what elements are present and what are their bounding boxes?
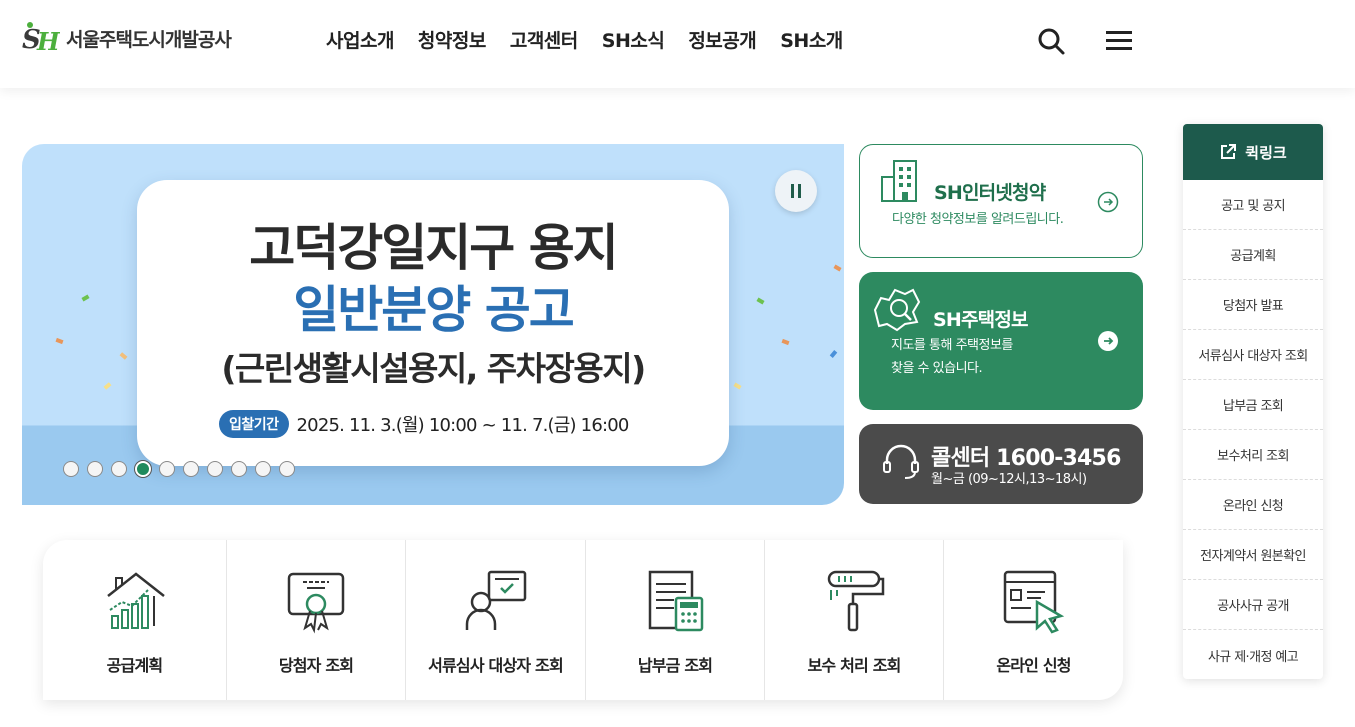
map-search-icon: [873, 288, 921, 332]
pause-button[interactable]: [775, 170, 817, 212]
nav-news[interactable]: SH소식: [602, 26, 665, 53]
quicklink-item[interactable]: 공사사규 공개: [1183, 580, 1323, 630]
nav-disclosure[interactable]: 정보공개: [688, 26, 756, 53]
headset-icon: [883, 444, 919, 479]
nav-customer-center[interactable]: 고객센터: [510, 26, 578, 53]
housing-info-subtitle-2: 찾을 수 있습니다.: [891, 361, 983, 376]
service-online-apply[interactable]: 온라인 신청: [944, 540, 1123, 700]
quicklink-item[interactable]: 공고 및 공지: [1183, 180, 1323, 230]
slide-dot-6[interactable]: [183, 461, 199, 477]
service-label: 공급계획: [106, 656, 163, 675]
service-shortcuts: 공급계획 당첨자 조회 서류심사 대상자 조회 납부금 조회 보수 처리 조회 …: [43, 540, 1123, 700]
pause-icon-bar: [798, 184, 801, 198]
quicklink-item[interactable]: 전자계약서 원본확인: [1183, 530, 1323, 580]
slide-dot-5[interactable]: [159, 461, 175, 477]
service-label: 온라인 신청: [996, 656, 1071, 675]
call-center-card[interactable]: 콜센터 1600-3456 월~금 (09~12시,13~18시): [859, 424, 1143, 504]
svg-text:H: H: [36, 27, 60, 56]
external-link-icon: [1221, 144, 1237, 159]
site-header: S H 서울주택도시개발공사 사업소개 청약정보 고객센터 SH소식 정보공개 …: [0, 0, 1355, 88]
slide-dot-8[interactable]: [231, 461, 247, 477]
quicklink-item[interactable]: 당첨자 발표: [1183, 280, 1323, 330]
service-repair-check[interactable]: 보수 처리 조회: [765, 540, 944, 700]
nav-business[interactable]: 사업소개: [326, 26, 394, 53]
service-label: 당첨자 조회: [278, 656, 354, 675]
logo-text: 서울주택도시개발공사: [66, 28, 232, 51]
service-label: 보수 처리 조회: [807, 656, 901, 675]
search-icon[interactable]: [1036, 26, 1066, 56]
internet-subscription-card[interactable]: SH인터넷청약 다양한 청약정보를 알려드립니다.: [859, 144, 1143, 258]
slide-dot-10[interactable]: [279, 461, 295, 477]
slide-dot-2[interactable]: [87, 461, 103, 477]
housing-info-subtitle-1: 지도를 통해 주택정보를: [891, 338, 1013, 353]
confetti: [829, 350, 838, 358]
hamburger-menu-icon[interactable]: [1104, 27, 1134, 55]
slide-dot-7[interactable]: [207, 461, 223, 477]
confetti: [81, 294, 90, 302]
service-document-review[interactable]: 서류심사 대상자 조회: [406, 540, 586, 700]
quicklink-panel: 퀵링크 공고 및 공지 공급계획 당첨자 발표 서류심사 대상자 조회 납부금 …: [1183, 124, 1323, 679]
period-text: 2025. 11. 3.(월) 10:00 ~ 11. 7.(금) 16:00: [296, 415, 630, 436]
slide-indicator: [63, 461, 295, 477]
confetti: [756, 297, 765, 305]
service-supply-plan[interactable]: 공급계획: [43, 540, 227, 700]
service-label: 서류심사 대상자 조회: [428, 656, 564, 675]
hero-title-line2: 일반분양 공고: [293, 281, 574, 339]
hero-title-line3: (근린생활시설용지, 주차장용지): [221, 349, 646, 388]
sh-logo-icon: S H: [22, 22, 60, 56]
slide-dot-3[interactable]: [111, 461, 127, 477]
confetti: [103, 382, 112, 390]
online-form-cursor-icon: [1003, 570, 1064, 634]
call-center-title: 콜센터 1600-3456: [931, 446, 1121, 471]
housing-info-title: SH주택정보: [933, 309, 1029, 331]
confetti: [781, 338, 790, 346]
slide-dot-4[interactable]: [135, 461, 151, 477]
slide-dot-1[interactable]: [63, 461, 79, 477]
quicklink-item[interactable]: 사규 제·개정 예고: [1183, 630, 1323, 679]
internet-subscription-title: SH인터넷청약: [934, 182, 1046, 204]
certificate-icon: [287, 572, 345, 634]
service-label: 납부금 조회: [637, 656, 713, 675]
quicklink-item[interactable]: 서류심사 대상자 조회: [1183, 330, 1323, 380]
bid-period: 입찰기간 2025. 11. 3.(월) 10:00 ~ 11. 7.(금) 1…: [219, 410, 629, 438]
service-payment-check[interactable]: 납부금 조회: [586, 540, 765, 700]
arrow-right-circle-icon: [1098, 331, 1118, 351]
main-nav: 사업소개 청약정보 고객센터 SH소식 정보공개 SH소개: [326, 26, 867, 53]
person-document-icon: [465, 570, 526, 630]
hero-card: 고덕강일지구 용지 일반분양 공고 (근린생활시설용지, 주차장용지) 입찰기간…: [137, 180, 729, 466]
building-icon: [881, 160, 917, 202]
calculator-document-icon: [648, 570, 704, 632]
hero-banner[interactable]: 고덕강일지구 용지 일반분양 공고 (근린생활시설용지, 주차장용지) 입찰기간…: [22, 144, 844, 505]
arrow-right-circle-icon: [1097, 191, 1119, 213]
quicklink-item[interactable]: 보수처리 조회: [1183, 430, 1323, 480]
service-winner-check[interactable]: 당첨자 조회: [227, 540, 406, 700]
confetti: [833, 264, 842, 272]
confetti: [55, 337, 64, 345]
quicklink-item[interactable]: 온라인 신청: [1183, 480, 1323, 530]
paint-roller-icon: [827, 570, 885, 632]
nav-about[interactable]: SH소개: [780, 26, 843, 53]
slide-dot-9[interactable]: [255, 461, 271, 477]
quicklink-header: 퀵링크: [1183, 124, 1323, 180]
quicklink-title: 퀵링크: [1245, 143, 1287, 162]
pause-icon: [791, 184, 794, 198]
period-badge: 입찰기간: [219, 410, 289, 438]
call-center-hours: 월~금 (09~12시,13~18시): [931, 472, 1087, 487]
quicklink-item[interactable]: 공급계획: [1183, 230, 1323, 280]
site-logo[interactable]: S H 서울주택도시개발공사: [22, 20, 232, 56]
confetti: [119, 352, 128, 360]
internet-subscription-subtitle: 다양한 청약정보를 알려드립니다.: [892, 212, 1064, 227]
house-chart-icon: [106, 572, 165, 629]
nav-subscription[interactable]: 청약정보: [418, 26, 486, 53]
confetti: [733, 382, 742, 390]
quicklink-item[interactable]: 납부금 조회: [1183, 380, 1323, 430]
housing-info-card[interactable]: SH주택정보 지도를 통해 주택정보를 찾을 수 있습니다.: [859, 272, 1143, 410]
